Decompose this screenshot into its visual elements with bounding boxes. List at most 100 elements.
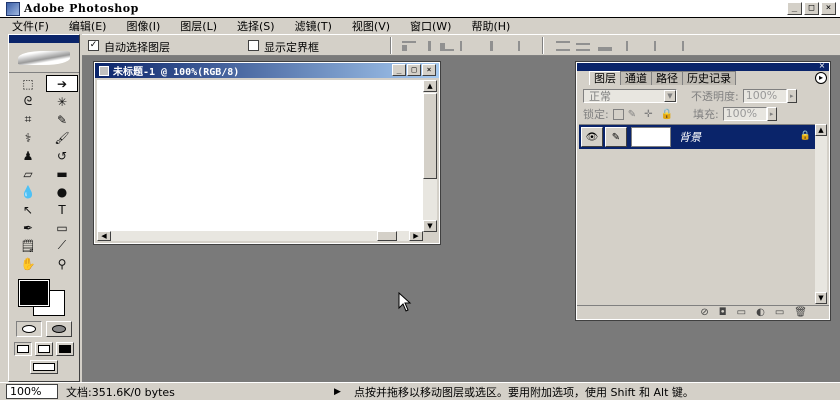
full-screen-mode-button[interactable] xyxy=(56,342,74,356)
healing-brush-tool-icon[interactable]: ⚕ xyxy=(12,129,44,146)
scroll-up-arrow-icon[interactable]: ▲ xyxy=(815,124,827,136)
hand-tool-icon[interactable]: ✋ xyxy=(12,255,44,272)
align-vertical-center-icon[interactable] xyxy=(422,41,436,51)
menu-filter[interactable]: 滤镜(T) xyxy=(295,18,332,34)
pen-tool-icon[interactable]: ✒ xyxy=(12,219,44,236)
lasso-tool-icon[interactable]: ᘓ xyxy=(12,93,44,110)
menu-select[interactable]: 选择(S) xyxy=(237,18,275,34)
tab-history[interactable]: 历史记录 xyxy=(682,71,736,85)
eraser-tool-icon[interactable]: ▱ xyxy=(12,165,44,182)
brush-tool-icon[interactable]: 🖌 xyxy=(46,129,78,146)
show-bounding-box-checkbox[interactable] xyxy=(248,40,259,51)
tab-layers[interactable]: 图层 xyxy=(589,71,621,85)
tab-paths[interactable]: 路径 xyxy=(651,71,683,85)
menu-layer[interactable]: 图层(L) xyxy=(180,18,217,34)
clone-stamp-tool-icon[interactable]: ♟ xyxy=(12,147,44,164)
align-left-icon[interactable] xyxy=(460,41,474,51)
lock-all-icon[interactable]: 🔒 xyxy=(661,109,673,120)
maximize-button[interactable]: □ xyxy=(804,2,819,15)
document-title-bar[interactable]: 未标题-1 @ 100%(RGB/8) xyxy=(95,63,439,78)
align-top-icon[interactable] xyxy=(402,41,416,51)
move-tool-icon[interactable]: ➔ xyxy=(46,75,78,92)
jump-to-imageready-button[interactable] xyxy=(30,360,58,374)
layer-mask-icon[interactable]: ◘ xyxy=(719,307,727,318)
gradient-tool-icon[interactable]: ▬ xyxy=(46,165,78,182)
distribute-left-icon[interactable] xyxy=(626,41,640,51)
new-layer-icon[interactable]: ▭ xyxy=(775,307,784,318)
minimize-button[interactable]: _ xyxy=(787,2,802,15)
standard-screen-mode-button[interactable] xyxy=(14,342,32,356)
blur-tool-icon[interactable]: 💧 xyxy=(12,183,44,200)
scroll-right-arrow-icon[interactable]: ▶ xyxy=(409,231,423,241)
document-maximize-button[interactable]: □ xyxy=(407,64,421,76)
close-button[interactable]: × xyxy=(821,2,836,15)
layer-name[interactable]: 背景 xyxy=(679,129,701,145)
align-horizontal-center-icon[interactable] xyxy=(484,41,498,51)
menu-file[interactable]: 文件(F) xyxy=(12,18,49,34)
trash-icon[interactable]: 🗑 xyxy=(794,307,807,318)
zoom-tool-icon[interactable]: ⚲ xyxy=(46,255,78,272)
scroll-left-arrow-icon[interactable]: ◀ xyxy=(97,231,111,241)
distribute-bottom-icon[interactable] xyxy=(598,41,612,51)
document-minimize-button[interactable]: _ xyxy=(392,64,406,76)
menu-edit[interactable]: 编辑(E) xyxy=(69,18,107,34)
distribute-top-icon[interactable] xyxy=(556,41,570,51)
auto-select-layer-checkbox[interactable]: ✓ xyxy=(88,40,99,51)
menu-window[interactable]: 窗口(W) xyxy=(410,18,451,34)
eyedropper-tool-icon[interactable]: ⟋ xyxy=(46,237,78,254)
status-menu-arrow-icon[interactable]: ▶ xyxy=(334,387,346,397)
document-canvas[interactable] xyxy=(97,80,423,232)
zoom-level-input[interactable]: 100% xyxy=(6,384,58,399)
menu-image[interactable]: 图像(I) xyxy=(126,18,160,34)
menu-help[interactable]: 帮助(H) xyxy=(471,18,510,34)
align-bottom-icon[interactable] xyxy=(440,41,454,51)
marquee-tool-icon[interactable]: ⬚ xyxy=(12,75,44,92)
opacity-input[interactable]: 100% xyxy=(742,89,787,103)
eye-icon[interactable]: 👁 xyxy=(581,127,603,147)
shape-tool-icon[interactable]: ▭ xyxy=(46,219,78,236)
menu-view[interactable]: 视图(V) xyxy=(352,18,390,34)
standard-mode-button[interactable] xyxy=(16,321,42,337)
scroll-down-arrow-icon[interactable]: ▼ xyxy=(815,292,827,304)
layer-style-icon[interactable]: ⊘ xyxy=(700,307,708,318)
blend-mode-select[interactable]: 正常 ▼ xyxy=(583,89,677,103)
quick-mask-mode-button[interactable] xyxy=(46,321,72,337)
adjustment-layer-icon[interactable]: ◐ xyxy=(756,307,765,318)
horizontal-scroll-thumb[interactable] xyxy=(377,231,397,241)
slice-tool-icon[interactable]: ✎ xyxy=(46,111,78,128)
magic-wand-tool-icon[interactable]: ✳ xyxy=(46,93,78,110)
history-brush-tool-icon[interactable]: ↺ xyxy=(46,147,78,164)
layer-list-scrollbar[interactable]: ▲ ▼ xyxy=(815,124,827,304)
scroll-down-arrow-icon[interactable]: ▼ xyxy=(423,220,437,232)
full-screen-menubar-button[interactable] xyxy=(35,342,53,356)
notes-tool-icon[interactable]: 🗒 xyxy=(12,237,44,254)
opacity-stepper-icon[interactable]: ▸ xyxy=(786,89,797,103)
layer-row[interactable]: 👁 ✎ 背景 🔒 xyxy=(579,125,815,149)
fill-stepper-icon[interactable]: ▸ xyxy=(766,107,777,121)
distribute-horizontal-center-icon[interactable] xyxy=(648,41,662,51)
dodge-tool-icon[interactable]: ● xyxy=(46,183,78,200)
distribute-vertical-center-icon[interactable] xyxy=(576,41,590,51)
lock-image-icon[interactable]: ✎ xyxy=(628,109,636,120)
photoshop-logo[interactable] xyxy=(9,43,79,73)
new-set-icon[interactable]: ▭ xyxy=(737,307,746,318)
lock-transparent-checkbox[interactable] xyxy=(612,108,624,120)
scroll-up-arrow-icon[interactable]: ▲ xyxy=(423,80,437,92)
chevron-down-icon[interactable]: ▼ xyxy=(664,90,676,102)
fill-input[interactable]: 100% xyxy=(722,107,767,121)
vertical-scroll-thumb[interactable] xyxy=(423,93,437,179)
crop-tool-icon[interactable]: ⌗ xyxy=(12,111,44,128)
palette-menu-button[interactable]: ▸ xyxy=(815,72,827,84)
layer-brush-icon[interactable]: ✎ xyxy=(605,127,627,147)
document-horizontal-scrollbar[interactable]: ◀ ▶ xyxy=(97,231,423,241)
align-right-icon[interactable] xyxy=(506,41,520,51)
document-close-button[interactable]: × xyxy=(422,64,436,76)
tool-palette-caption[interactable] xyxy=(9,35,79,43)
layers-palette-caption[interactable]: × xyxy=(577,62,829,71)
palette-close-button[interactable]: × xyxy=(817,62,827,71)
type-tool-icon[interactable]: T xyxy=(46,201,78,218)
path-selection-tool-icon[interactable]: ↖ xyxy=(12,201,44,218)
distribute-right-icon[interactable] xyxy=(670,41,684,51)
foreground-color-swatch[interactable] xyxy=(18,279,50,307)
lock-position-icon[interactable]: ✛ xyxy=(644,109,652,120)
